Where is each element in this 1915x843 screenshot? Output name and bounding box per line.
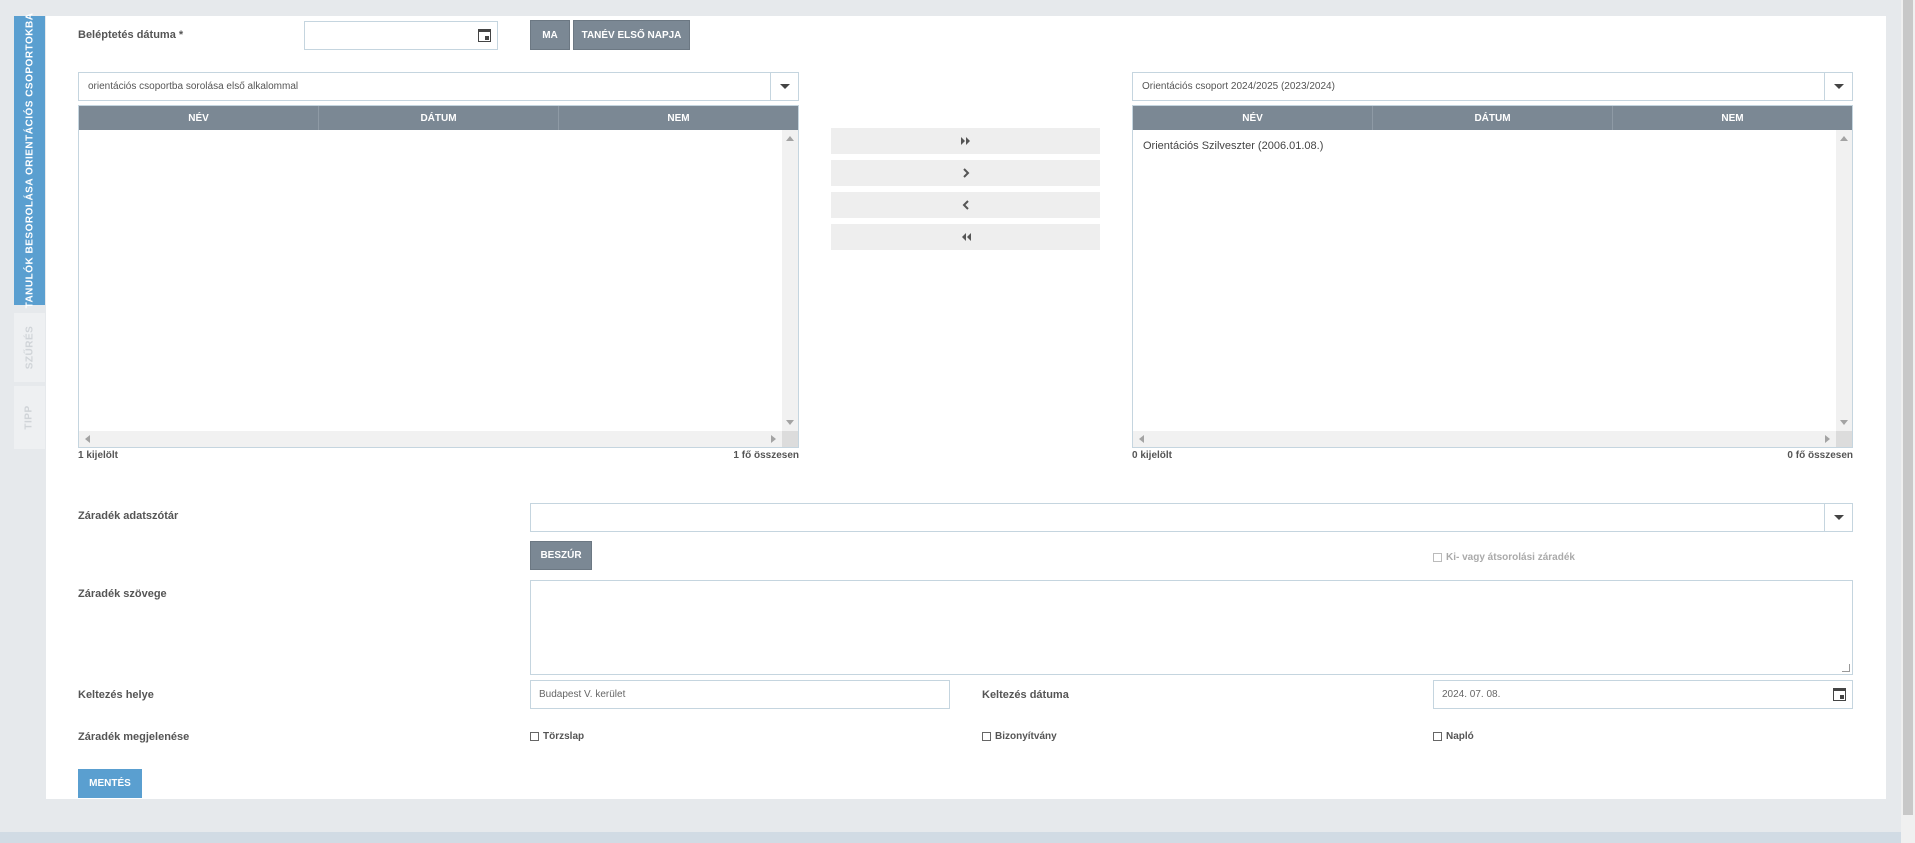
tab-student-assignment-label: TANULÓK BESOROLÁSA ORIENTÁCIÓS CSOPORTOK… (24, 12, 36, 309)
right-grid-hscrollbar[interactable] (1133, 431, 1836, 447)
left-selected-count: 1 kijelölt (78, 450, 119, 461)
calendar-icon[interactable] (478, 29, 491, 42)
scroll-up-icon[interactable] (1840, 136, 1848, 141)
entry-date-label: Beléptetés dátuma * (78, 29, 184, 41)
scroll-left-icon[interactable] (85, 435, 90, 443)
footer-band (0, 832, 1901, 843)
checkbox-box[interactable] (1433, 553, 1442, 562)
clause-text-label: Záradék szövege (78, 588, 167, 600)
chevron-down-icon[interactable] (770, 73, 798, 100)
move-one-right-button[interactable] (831, 160, 1100, 186)
chevron-right-icon (962, 168, 969, 178)
left-grid-hscrollbar[interactable] (79, 431, 782, 447)
right-group-select[interactable]: Orientációs csoport 2024/2025 (2023/2024… (1132, 72, 1853, 101)
clause-dictionary-select[interactable] (530, 503, 1853, 532)
checkbox-master-record[interactable]: Törzslap (530, 731, 584, 742)
chevron-down-icon[interactable] (1824, 73, 1852, 100)
scroll-up-icon[interactable] (786, 136, 794, 141)
page-scrollbar-thumb[interactable] (1903, 0, 1913, 815)
left-group-select-value: orientációs csoportba sorolása első alka… (88, 81, 299, 92)
right-col-name[interactable]: NÉV (1133, 106, 1373, 130)
save-button[interactable]: MENTÉS (78, 769, 142, 798)
transfer-clause-checkbox[interactable]: Ki- vagy átsorolási záradék (1433, 552, 1575, 563)
clause-dictionary-label: Záradék adatszótár (78, 510, 179, 522)
scroll-right-icon[interactable] (771, 435, 776, 443)
left-grid-header: NÉV DÁTUM NEM (79, 106, 798, 130)
dating-place-input[interactable]: Budapest V. kerület (530, 680, 950, 709)
right-grid-header: NÉV DÁTUM NEM (1133, 106, 1852, 130)
scroll-corner (782, 431, 798, 447)
scroll-down-icon[interactable] (1840, 420, 1848, 425)
main-panel: Beléptetés dátuma * MA TANÉV ELSŐ NAPJA … (46, 16, 1886, 799)
scroll-down-icon[interactable] (786, 420, 794, 425)
dating-date-input[interactable]: 2024. 07. 08. (1433, 680, 1853, 709)
checkbox-box[interactable] (982, 732, 991, 741)
tab-filter[interactable]: SZŰRÉS (14, 313, 45, 382)
scroll-corner (1836, 431, 1852, 447)
right-group-select-value: Orientációs csoport 2024/2025 (2023/2024… (1142, 81, 1335, 92)
resize-handle-icon[interactable] (1842, 664, 1850, 672)
checkbox-certificate[interactable]: Bizonyítvány (982, 731, 1057, 742)
checkbox-master-record-label: Törzslap (543, 731, 585, 742)
left-col-name[interactable]: NÉV (79, 106, 319, 130)
dating-place-value: Budapest V. kerület (539, 689, 626, 700)
scroll-left-icon[interactable] (1139, 435, 1144, 443)
left-group-select[interactable]: orientációs csoportba sorolása első alka… (78, 72, 799, 101)
table-row[interactable]: Orientációs Szilveszter (2006.01.08.) (1143, 140, 1323, 152)
dating-place-label: Keltezés helye (78, 689, 154, 701)
school-year-first-day-button[interactable]: TANÉV ELSŐ NAPJA (573, 20, 690, 50)
tab-tip[interactable]: TIPP (14, 386, 45, 449)
left-col-date[interactable]: DÁTUM (319, 106, 559, 130)
checkbox-journal-label: Napló (1446, 731, 1474, 742)
checkbox-certificate-label: Bizonyítvány (995, 731, 1057, 742)
checkbox-journal[interactable]: Napló (1433, 731, 1474, 742)
left-col-gender[interactable]: NEM (559, 106, 798, 130)
chevron-down-icon[interactable] (1824, 504, 1852, 531)
double-chevron-right-icon (960, 137, 970, 145)
right-grid-vscrollbar[interactable] (1836, 130, 1852, 431)
dating-date-value: 2024. 07. 08. (1442, 689, 1501, 700)
move-one-left-button[interactable] (831, 192, 1100, 218)
checkbox-box[interactable] (530, 732, 539, 741)
clause-text-area[interactable] (530, 580, 1853, 675)
right-student-grid: NÉV DÁTUM NEM Orientációs Szilveszter (2… (1132, 105, 1853, 448)
entry-date-input[interactable] (304, 21, 498, 50)
tab-filter-label: SZŰRÉS (24, 325, 35, 370)
left-student-grid: NÉV DÁTUM NEM (78, 105, 799, 448)
move-all-right-button[interactable] (831, 128, 1100, 154)
appearance-label: Záradék megjelenése (78, 731, 190, 743)
transfer-clause-label: Ki- vagy átsorolási záradék (1446, 552, 1575, 563)
dating-date-label: Keltezés dátuma (982, 689, 1069, 701)
left-total-count: 1 fő összesen (733, 450, 799, 461)
scroll-right-icon[interactable] (1825, 435, 1830, 443)
today-button[interactable]: MA (530, 20, 570, 50)
checkbox-box[interactable] (1433, 732, 1442, 741)
tab-tip-label: TIPP (23, 405, 35, 430)
move-all-left-button[interactable] (831, 224, 1100, 250)
tab-student-assignment[interactable]: TANULÓK BESOROLÁSA ORIENTÁCIÓS CSOPORTOK… (14, 13, 45, 308)
page-scrollbar[interactable] (1901, 0, 1915, 843)
right-selected-count: 0 kijelölt (1132, 450, 1173, 461)
right-col-gender[interactable]: NEM (1613, 106, 1852, 130)
double-chevron-left-icon (961, 233, 971, 241)
calendar-icon[interactable] (1833, 688, 1846, 701)
right-col-date[interactable]: DÁTUM (1373, 106, 1613, 130)
chevron-left-icon (962, 200, 969, 210)
right-total-count: 0 fő összesen (1787, 450, 1853, 461)
insert-button[interactable]: BESZÚR (530, 541, 592, 570)
left-grid-vscrollbar[interactable] (782, 130, 798, 431)
